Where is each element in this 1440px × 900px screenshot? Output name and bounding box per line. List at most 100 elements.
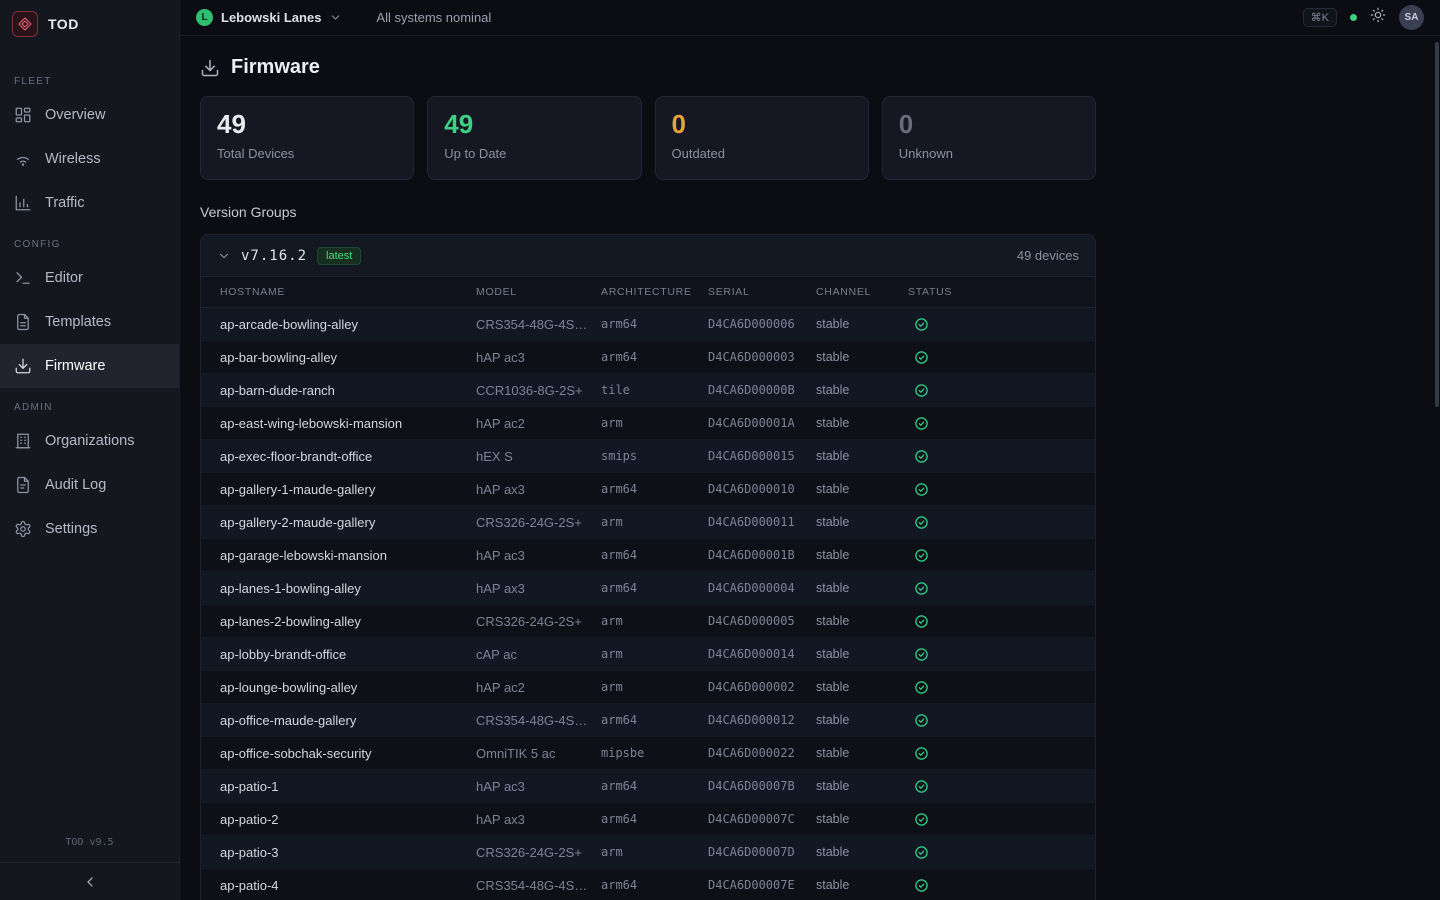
sidebar-item-overview[interactable]: Overview [0, 93, 179, 137]
sidebar-item-firmware[interactable]: Firmware [0, 344, 179, 388]
app-logo[interactable]: TOD [0, 0, 179, 48]
hostname-cell: ap-bar-bowling-alley [220, 350, 476, 365]
user-avatar[interactable]: SA [1399, 5, 1424, 30]
table-row[interactable]: ap-garage-lebowski-mansionhAP ac3arm64D4… [201, 539, 1095, 572]
architecture-cell: arm64 [601, 482, 708, 496]
status-cell [908, 548, 1095, 563]
serial-cell: D4CA6D000015 [708, 449, 816, 463]
model-cell: hAP ac3 [476, 350, 601, 365]
sidebar-item-wireless[interactable]: Wireless [0, 137, 179, 181]
hostname-cell: ap-lobby-brandt-office [220, 647, 476, 662]
hostname-cell: ap-office-maude-gallery [220, 713, 476, 728]
sidebar-collapse-button[interactable] [0, 862, 179, 900]
table-row[interactable]: ap-bar-bowling-alleyhAP ac3arm64D4CA6D00… [201, 341, 1095, 374]
sidebar-item-templates[interactable]: Templates [0, 300, 179, 344]
stat-label: Up to Date [444, 146, 624, 161]
org-switcher[interactable]: L Lebowski Lanes [196, 9, 342, 26]
sidebar-item-organizations[interactable]: Organizations [0, 419, 179, 463]
sidebar-item-settings[interactable]: Settings [0, 507, 179, 551]
table-row[interactable]: ap-lounge-bowling-alleyhAP ac2armD4CA6D0… [201, 671, 1095, 704]
table-row[interactable]: ap-office-maude-galleryCRS354-48G-4S+…ar… [201, 704, 1095, 737]
page-scrollbar[interactable] [1435, 36, 1440, 900]
serial-cell: D4CA6D000010 [708, 482, 816, 496]
table-row[interactable]: ap-gallery-1-maude-galleryhAP ax3arm64D4… [201, 473, 1095, 506]
check-circle-icon [914, 350, 929, 365]
table-row[interactable]: ap-office-sobchak-securityOmniTIK 5 acmi… [201, 737, 1095, 770]
theme-toggle-button[interactable] [1370, 7, 1386, 28]
channel-cell: stable [816, 317, 908, 331]
table-row[interactable]: ap-lanes-2-bowling-alleyCRS326-24G-2S+ar… [201, 605, 1095, 638]
serial-cell: D4CA6D00007B [708, 779, 816, 793]
device-table-body: ap-arcade-bowling-alleyCRS354-48G-4S+…ar… [201, 308, 1095, 900]
version-label: v7.16.2 [241, 248, 307, 264]
sidebar: TOD FLEET Overview Wireless Traffi [0, 0, 180, 900]
table-row[interactable]: ap-patio-1hAP ac3arm64D4CA6D00007Bstable [201, 770, 1095, 803]
channel-cell: stable [816, 416, 908, 430]
table-row[interactable]: ap-lanes-1-bowling-alleyhAP ax3arm64D4CA… [201, 572, 1095, 605]
serial-cell: D4CA6D00007E [708, 878, 816, 892]
building-icon [14, 432, 32, 450]
check-circle-icon [914, 746, 929, 761]
table-row[interactable]: ap-barn-dude-ranchCCR1036-8G-2S+tileD4CA… [201, 374, 1095, 407]
model-cell: hAP ac2 [476, 680, 601, 695]
check-circle-icon [914, 779, 929, 794]
model-cell: CRS354-48G-4S+… [476, 317, 601, 332]
status-cell [908, 350, 1095, 365]
check-circle-icon [914, 383, 929, 398]
firmware-page: Firmware 49 Total Devices 49 Up to Date … [180, 36, 1116, 900]
column-header-channel: CHANNEL [816, 286, 908, 298]
gear-icon [14, 520, 32, 538]
model-cell: hAP ac3 [476, 779, 601, 794]
scrollbar-thumb[interactable] [1435, 42, 1439, 407]
nav-section-config: CONFIG [14, 239, 165, 250]
table-row[interactable]: ap-patio-4CRS354-48G-4S+…arm64D4CA6D0000… [201, 869, 1095, 900]
sidebar-item-label: Traffic [45, 195, 84, 211]
architecture-cell: tile [601, 383, 708, 397]
hostname-cell: ap-garage-lebowski-mansion [220, 548, 476, 563]
sidebar-item-label: Organizations [45, 433, 134, 449]
nav-section-admin: ADMIN [14, 402, 165, 413]
architecture-cell: arm [601, 680, 708, 694]
channel-cell: stable [816, 548, 908, 562]
table-row[interactable]: ap-lobby-brandt-officecAP acarmD4CA6D000… [201, 638, 1095, 671]
status-cell [908, 581, 1095, 596]
architecture-cell: mipsbe [601, 746, 708, 760]
stat-label: Unknown [899, 146, 1079, 161]
channel-cell: stable [816, 680, 908, 694]
check-circle-icon [914, 317, 929, 332]
table-row[interactable]: ap-gallery-2-maude-galleryCRS326-24G-2S+… [201, 506, 1095, 539]
sidebar-item-label: Wireless [45, 151, 101, 167]
check-circle-icon [914, 581, 929, 596]
status-cell [908, 878, 1095, 893]
version-group-panel: v7.16.2 latest 49 devices HOSTNAME MODEL… [200, 234, 1096, 900]
sidebar-footer: TOD v9.5 [0, 837, 179, 900]
sidebar-item-audit-log[interactable]: Audit Log [0, 463, 179, 507]
channel-cell: stable [816, 713, 908, 727]
command-palette-shortcut[interactable]: ⌘K [1303, 8, 1337, 27]
check-circle-icon [914, 647, 929, 662]
serial-cell: D4CA6D000014 [708, 647, 816, 661]
app-root: TOD FLEET Overview Wireless Traffi [0, 0, 1440, 900]
table-row[interactable]: ap-patio-3CRS326-24G-2S+armD4CA6D00007Ds… [201, 836, 1095, 869]
table-row[interactable]: ap-east-wing-lebowski-mansionhAP ac2armD… [201, 407, 1095, 440]
org-name: Lebowski Lanes [221, 10, 321, 25]
version-group-header[interactable]: v7.16.2 latest 49 devices [201, 235, 1095, 277]
channel-cell: stable [816, 779, 908, 793]
chevron-left-icon [82, 874, 98, 890]
table-row[interactable]: ap-arcade-bowling-alleyCRS354-48G-4S+…ar… [201, 308, 1095, 341]
table-row[interactable]: ap-exec-floor-brandt-officehEX SsmipsD4C… [201, 440, 1095, 473]
sidebar-item-label: Firmware [45, 358, 105, 374]
sidebar-item-editor[interactable]: Editor [0, 256, 179, 300]
check-circle-icon [914, 713, 929, 728]
architecture-cell: arm64 [601, 713, 708, 727]
status-cell [908, 713, 1095, 728]
architecture-cell: arm64 [601, 581, 708, 595]
channel-cell: stable [816, 350, 908, 364]
architecture-cell: arm [601, 614, 708, 628]
hostname-cell: ap-patio-4 [220, 878, 476, 893]
table-row[interactable]: ap-patio-2hAP ax3arm64D4CA6D00007Cstable [201, 803, 1095, 836]
hostname-cell: ap-patio-2 [220, 812, 476, 827]
channel-cell: stable [816, 482, 908, 496]
status-cell [908, 383, 1095, 398]
sidebar-item-traffic[interactable]: Traffic [0, 181, 179, 225]
